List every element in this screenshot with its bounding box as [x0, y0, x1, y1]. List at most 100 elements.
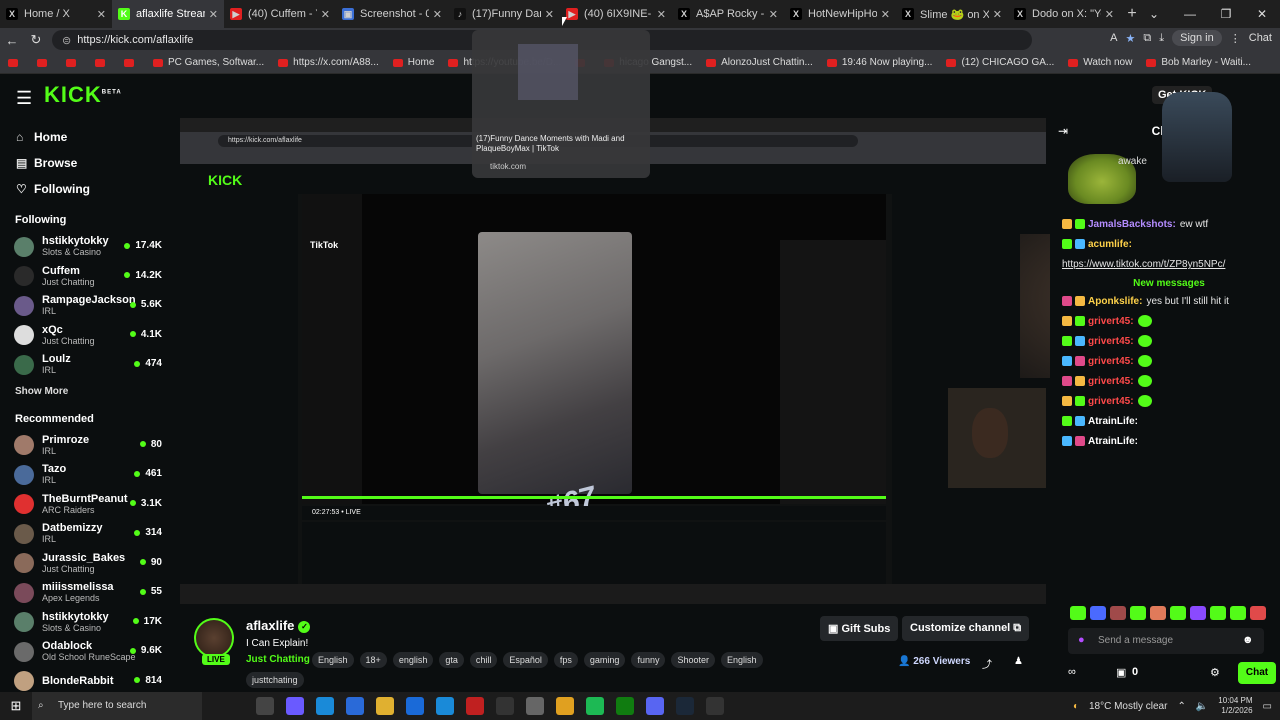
- chat-username[interactable]: grivert45:: [1088, 395, 1134, 408]
- tray-chevron-icon[interactable]: ⌃: [1177, 701, 1185, 712]
- channel-item[interactable]: TheBurntPeanut ARC Raiders 3.1K: [0, 490, 176, 520]
- tab-search-icon[interactable]: ⌄: [1136, 0, 1172, 28]
- emote-icon[interactable]: [1210, 606, 1226, 620]
- close-tab-icon[interactable]: ✕: [433, 8, 442, 21]
- stream-tag[interactable]: gta: [439, 652, 464, 668]
- stream-tag-extra[interactable]: justtchating: [246, 672, 304, 688]
- stream-tag[interactable]: Shooter: [671, 652, 716, 668]
- channel-item[interactable]: Loulz IRL 474: [0, 350, 176, 380]
- close-window-button[interactable]: ✕: [1244, 0, 1280, 28]
- app-icon[interactable]: [556, 697, 574, 715]
- emote-icon[interactable]: [1250, 606, 1266, 620]
- spotify-icon[interactable]: [586, 697, 604, 715]
- menu-dots-icon[interactable]: ⋮: [1230, 32, 1241, 45]
- customize-channel-button[interactable]: Customize channel ⧉: [902, 616, 1030, 641]
- chat-assistant-button[interactable]: Chat: [1249, 32, 1272, 44]
- app-icon[interactable]: [436, 697, 454, 715]
- chat-settings-icon[interactable]: ⚙: [1210, 666, 1220, 679]
- kick-logo[interactable]: KICKBETA: [44, 82, 122, 108]
- clock[interactable]: 10:04 PM 1/2/2026: [1218, 696, 1252, 716]
- bookmark-item[interactable]: [8, 58, 23, 67]
- browser-tab[interactable]: ▶ (40) Cuffem - YouTub ✕: [224, 0, 336, 28]
- close-tab-icon[interactable]: ✕: [545, 8, 554, 21]
- browser-tab[interactable]: ♪ (17)Funny Dance M ✕: [448, 0, 560, 28]
- browser-tab[interactable]: X Home / X ✕: [0, 0, 112, 28]
- chat-username[interactable]: grivert45:: [1088, 355, 1134, 368]
- close-tab-icon[interactable]: ✕: [97, 8, 106, 21]
- chat-username[interactable]: Aponkslife:: [1088, 295, 1142, 308]
- close-tab-icon[interactable]: ✕: [209, 8, 218, 21]
- emote-icon[interactable]: [1190, 606, 1206, 620]
- app-icon[interactable]: [496, 697, 514, 715]
- bookmark-item[interactable]: [95, 58, 110, 67]
- chat-input[interactable]: Send a message: [1068, 628, 1264, 654]
- bookmark-item[interactable]: PC Games, Softwar...: [153, 57, 264, 68]
- channel-item[interactable]: RampageJackson IRL 5.6K: [0, 291, 176, 321]
- chat-username[interactable]: JamalsBackshots:: [1088, 218, 1176, 231]
- taskbar-search[interactable]: ⌕ Type here to search: [32, 692, 202, 720]
- new-messages-divider[interactable]: New messages: [1062, 278, 1276, 289]
- emote-icon[interactable]: [1090, 606, 1106, 620]
- nav-home[interactable]: ⌂ Home: [0, 124, 176, 150]
- chat-username[interactable]: grivert45:: [1088, 335, 1134, 348]
- chat-username[interactable]: grivert45:: [1088, 315, 1134, 328]
- file-explorer-icon[interactable]: [376, 697, 394, 715]
- outlook-icon[interactable]: [406, 697, 424, 715]
- stream-tag[interactable]: English: [721, 652, 763, 668]
- chat-username[interactable]: AtrainLife:: [1088, 435, 1138, 448]
- hamburger-menu-icon[interactable]: ☰: [16, 88, 32, 109]
- stream-tag[interactable]: Español: [503, 652, 548, 668]
- copilot-icon[interactable]: [286, 697, 304, 715]
- obs-icon[interactable]: [706, 697, 724, 715]
- bookmark-item[interactable]: Bob Marley - Waiti...: [1146, 57, 1251, 68]
- translate-icon[interactable]: A: [1110, 32, 1117, 44]
- channel-item[interactable]: hstikkytokky Slots & Casino 17.4K: [0, 232, 176, 262]
- sign-in-button[interactable]: Sign in: [1172, 30, 1222, 46]
- close-tab-icon[interactable]: ✕: [881, 8, 890, 21]
- browser-tab[interactable]: X Dodo on X: "You Ca ✕: [1008, 0, 1120, 28]
- close-tab-icon[interactable]: ✕: [1105, 8, 1114, 21]
- stream-tag[interactable]: chill: [469, 652, 498, 668]
- stream-tag[interactable]: 18+: [359, 652, 387, 668]
- task-view-icon[interactable]: [256, 697, 274, 715]
- infinity-points-icon[interactable]: ∞: [1068, 666, 1076, 678]
- emote-icon[interactable]: [1130, 606, 1146, 620]
- browser-tab[interactable]: Kaflaxlife Stream - Wa ✕: [112, 0, 224, 28]
- weather-icon[interactable]: ◐: [1073, 701, 1079, 712]
- video-player[interactable]: https://kick.com/aflaxlife KICK TikTok #…: [180, 118, 1046, 604]
- xbox-icon[interactable]: [616, 697, 634, 715]
- show-more-link[interactable]: Show More: [0, 386, 176, 397]
- close-tab-icon[interactable]: ✕: [993, 8, 1002, 21]
- gift-subs-button[interactable]: ▣ Gift Subs: [820, 616, 899, 641]
- browser-tab[interactable]: X Slime 🐸 on X: "Celin ✕: [896, 0, 1008, 28]
- chat-link[interactable]: https://www.tiktok.com/t/ZP8yn5NPc/: [1062, 258, 1225, 271]
- download-icon[interactable]: ⤓: [1159, 32, 1164, 45]
- channel-item[interactable]: Odablock Old School RuneScape 9.6K: [0, 637, 176, 667]
- bookmark-item[interactable]: 19:46 Now playing...: [826, 57, 932, 68]
- channel-item[interactable]: Cuffem Just Chatting 14.2K: [0, 262, 176, 292]
- bookmark-item[interactable]: Watch now: [1068, 57, 1132, 68]
- reload-icon[interactable]: ↻: [24, 32, 48, 48]
- browser-tab[interactable]: X A$AP Rocky - HELICO ✕: [672, 0, 784, 28]
- stream-category[interactable]: Just Chatting: [246, 654, 310, 665]
- stream-tag[interactable]: english: [392, 652, 434, 668]
- discord-icon[interactable]: [646, 697, 664, 715]
- channel-item[interactable]: miiissmelissa Apex Legends 55: [0, 578, 176, 608]
- nav-following[interactable]: ♡ Following: [0, 176, 176, 202]
- stream-tag[interactable]: gaming: [583, 652, 626, 668]
- bookmark-item[interactable]: (12) CHICAGO GA...: [946, 57, 1054, 68]
- chat-username[interactable]: grivert45:: [1088, 375, 1134, 388]
- emote-icon[interactable]: [1170, 606, 1186, 620]
- bookmark-item[interactable]: Home: [392, 57, 434, 68]
- browser-tab[interactable]: X HotNewHipHop on X ✕: [784, 0, 896, 28]
- emote-icon[interactable]: [1110, 606, 1126, 620]
- emoji-icon[interactable]: ☻: [1242, 634, 1254, 646]
- edge-icon[interactable]: [316, 697, 334, 715]
- bookmark-item[interactable]: https://x.com/A88...: [278, 57, 379, 68]
- steam-icon[interactable]: [676, 697, 694, 715]
- bookmark-item[interactable]: [66, 58, 81, 67]
- channel-item[interactable]: xQc Just Chatting 4.1K: [0, 321, 176, 351]
- extensions-icon[interactable]: ⧉: [1143, 32, 1151, 45]
- emote-icon[interactable]: [1070, 606, 1086, 620]
- browser-tab[interactable]: ▣ Screenshot - 0efeb8 ✕: [336, 0, 448, 28]
